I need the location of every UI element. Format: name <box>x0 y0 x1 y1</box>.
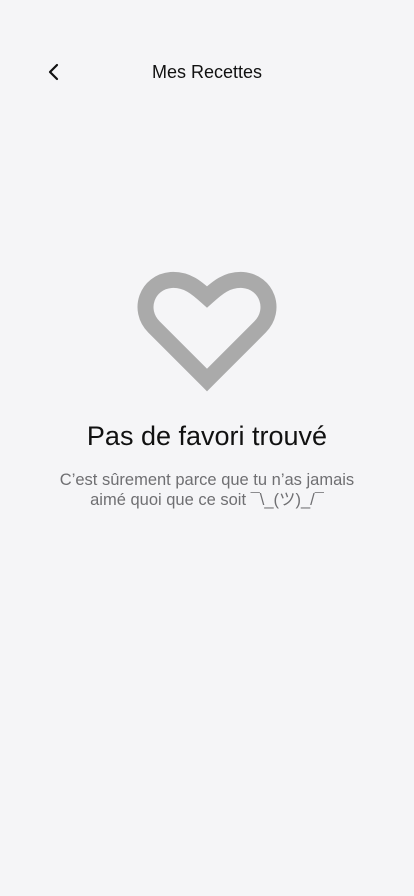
empty-state-subtitle: C’est sûrement parce que tu n’as jamais … <box>47 470 367 510</box>
empty-state-title: Pas de favori trouvé <box>86 421 328 451</box>
heart-outline-icon <box>137 271 277 392</box>
empty-state: Pas de favori trouvé C’est sûrement parc… <box>0 268 414 510</box>
page-title: Mes Recettes <box>151 62 263 82</box>
empty-state-subtitle-line-1: C’est sûrement parce que tu n’as jamais <box>59 471 355 489</box>
empty-state-subtitle-line-2: aimé quoi que ce soit ¯\_(ツ)_/¯ <box>90 491 324 509</box>
header-bar: Mes Recettes <box>0 50 414 94</box>
